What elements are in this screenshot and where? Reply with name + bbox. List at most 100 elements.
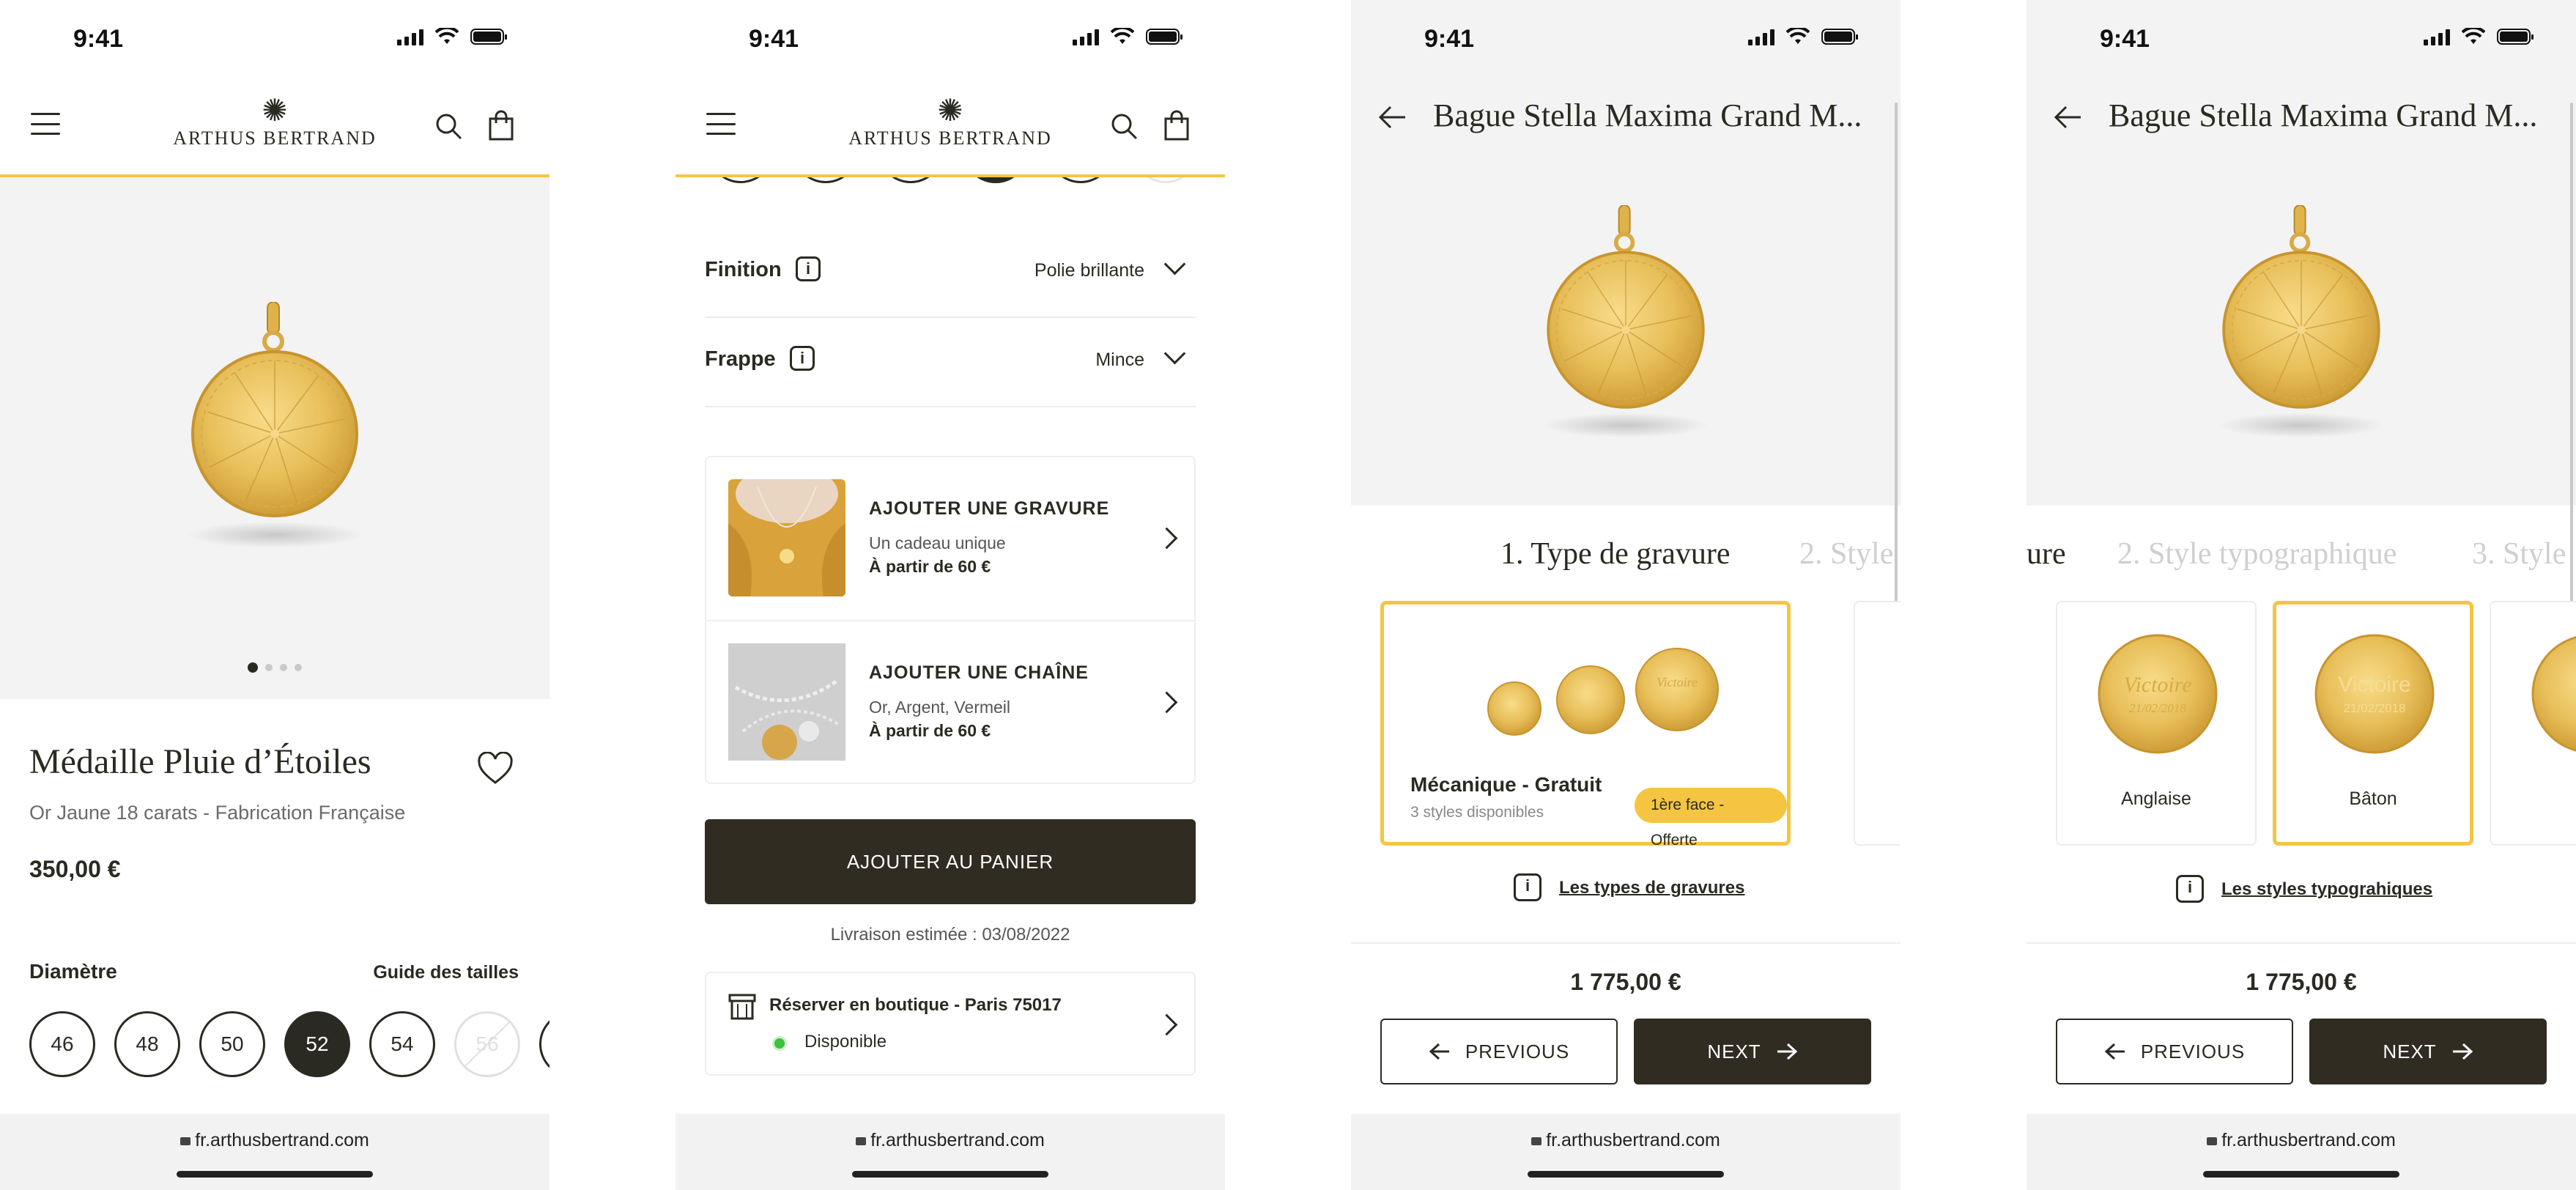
back-arrow-icon[interactable] <box>2053 104 2082 130</box>
phone-screen-engraving-type: 9:41 Bague Stella Maxima Grand M... 1. T… <box>1351 0 1900 1190</box>
size-option-more[interactable] <box>539 1011 549 1077</box>
arrow-right-icon <box>2452 1043 2473 1060</box>
url-text: fr.arthusbertrand.com <box>870 1130 1045 1150</box>
size-option-56: 56 <box>454 1011 520 1077</box>
step-tab-engraving-type[interactable]: 1. Type de gravure <box>1500 536 1731 572</box>
engraving-thumbnail <box>728 479 845 596</box>
add-engraving-item[interactable]: AJOUTER UNE GRAVURE Un cadeau unique À p… <box>706 457 1194 621</box>
strike-row[interactable]: Frappe i Mince <box>705 339 1196 385</box>
divider <box>705 317 1196 318</box>
bag-icon[interactable] <box>486 110 516 141</box>
add-to-cart-button[interactable]: AJOUTER AU PANIER <box>705 819 1196 904</box>
search-icon[interactable] <box>1109 111 1139 141</box>
menu-icon[interactable] <box>706 113 736 135</box>
back-arrow-icon[interactable] <box>1377 104 1407 130</box>
previous-label: PREVIOUS <box>2140 1040 2246 1062</box>
browser-url-bar[interactable]: fr.arthusbertrand.com <box>0 1114 549 1190</box>
size-option-52[interactable]: 52 <box>284 1011 350 1077</box>
carousel-dots[interactable] <box>0 662 549 673</box>
finish-label: Finition <box>705 258 782 281</box>
step-tab-style[interactable]: 2. Style <box>1799 536 1893 572</box>
diameter-label: Diamètre <box>29 960 117 983</box>
total-price: 1 775,00 € <box>1570 969 1681 995</box>
style-label: Anglaise <box>2121 788 2191 809</box>
browser-url-bar[interactable]: fr.arthusbertrand.com <box>2027 1114 2576 1190</box>
battery-icon <box>470 29 507 45</box>
strike-info-icon[interactable]: i <box>790 346 815 371</box>
phone-screen-product: 9:41 ✺ ARTHUS BERTRAND Médaille Pluie d’… <box>0 0 549 1190</box>
next-button[interactable]: NEXT <box>1634 1019 1871 1084</box>
style-option-third[interactable]: Vi S <box>2490 601 2576 846</box>
site-header: ✺ ARTHUS BERTRAND <box>0 81 549 177</box>
bag-icon[interactable] <box>1162 110 1191 141</box>
finish-row[interactable]: Finition i Polie brillante <box>705 249 1196 296</box>
size-guide-link[interactable]: Guide des tailles <box>373 962 519 983</box>
next-button[interactable]: NEXT <box>2309 1019 2547 1084</box>
baton-medal-sample: Victoire 21/02/2018 <box>2314 634 2435 754</box>
strike-label: Frappe <box>705 347 776 371</box>
addons-card: AJOUTER UNE GRAVURE Un cadeau unique À p… <box>705 456 1196 784</box>
size-option-48[interactable]: 48 <box>114 1011 180 1077</box>
logo-star-icon: ✺ <box>262 93 288 128</box>
engraving-option-mechanical[interactable]: Victoire Mécanique - Gratuit 3 styles di… <box>1380 601 1791 849</box>
finish-info-icon[interactable]: i <box>796 256 821 281</box>
brand-logo[interactable]: ✺ ARTHUS BERTRAND <box>169 94 381 149</box>
previous-button[interactable]: PREVIOUS <box>1380 1019 1618 1084</box>
search-icon[interactable] <box>434 111 463 141</box>
product-image-area[interactable] <box>0 177 549 699</box>
brand-name: ARTHUS BERTRAND <box>848 128 1052 149</box>
style-option-baton[interactable]: Victoire 21/02/2018 Bâton <box>2273 601 2473 846</box>
arrow-right-icon <box>1777 1043 1797 1060</box>
step-tab-typography[interactable]: 2. Style typographique <box>2117 536 2397 572</box>
url-text: fr.arthusbertrand.com <box>195 1130 369 1150</box>
divider <box>2027 942 2576 944</box>
chevron-right-icon <box>1155 1013 1178 1036</box>
size-option-54[interactable]: 54 <box>369 1011 435 1077</box>
status-bar: 9:41 <box>2027 0 2576 73</box>
engraving-sample-date: 21/02/2018 <box>2343 701 2405 715</box>
phone-screen-options: 9:41 ✺ ARTHUS BERTRAND Finition i Polie … <box>676 0 1225 1190</box>
logo-star-icon: ✺ <box>937 93 963 128</box>
previous-button[interactable]: PREVIOUS <box>2056 1019 2293 1084</box>
wifi-icon <box>1111 28 1134 44</box>
signal-icon <box>1748 28 1774 45</box>
divider <box>1351 942 1900 944</box>
chain-price: À partir de 60 € <box>869 721 991 740</box>
engraving-sample-date: 21/02/2018 <box>2129 701 2186 715</box>
svg-text:Victoire: Victoire <box>1657 675 1698 690</box>
battery-icon <box>1821 29 1858 45</box>
home-indicator <box>1528 1171 1724 1178</box>
url-text: fr.arthusbertrand.com <box>2221 1130 2396 1150</box>
add-chain-item[interactable]: AJOUTER UNE CHAÎNE Or, Argent, Vermeil À… <box>706 621 1194 784</box>
wifi-icon <box>2462 28 2485 44</box>
browser-url-bar[interactable]: fr.arthusbertrand.com <box>676 1114 1225 1190</box>
engraving-option-next[interactable] <box>1854 601 1900 846</box>
status-time: 9:41 <box>749 25 799 53</box>
lock-icon <box>2207 1137 2218 1145</box>
brand-logo[interactable]: ✺ ARTHUS BERTRAND <box>844 94 1056 149</box>
battery-icon <box>2497 29 2534 45</box>
status-time: 9:41 <box>2100 25 2150 53</box>
favorite-heart-icon[interactable] <box>476 752 514 786</box>
engraving-medal-preview <box>1542 205 1709 438</box>
phone-screen-typography-style: 9:41 Bague Stella Maxima Grand M... ure … <box>2027 0 2576 1190</box>
product-medal-image <box>187 302 363 548</box>
size-option-46[interactable]: 46 <box>29 1011 95 1077</box>
size-option-50[interactable]: 50 <box>199 1011 265 1077</box>
anglaise-medal-sample: Victoire 21/02/2018 <box>2098 634 2218 754</box>
store-reservation-item[interactable]: Réserver en boutique - Paris 75017 Dispo… <box>705 972 1196 1076</box>
site-header: ✺ ARTHUS BERTRAND <box>676 81 1225 177</box>
signal-icon <box>2424 28 2450 45</box>
option-subtitle: 3 styles disponibles <box>1410 804 1544 821</box>
style-option-anglaise[interactable]: Victoire 21/02/2018 Anglaise <box>2056 601 2257 846</box>
engraving-medal-preview <box>2218 205 2385 438</box>
home-indicator <box>852 1171 1048 1178</box>
menu-icon[interactable] <box>31 113 60 135</box>
step-tab-style-3[interactable]: 3. Style <box>2472 536 2566 572</box>
browser-url-bar[interactable]: fr.arthusbertrand.com <box>1351 1114 1900 1190</box>
info-link-text: Les types de gravures <box>1559 878 1745 898</box>
chevron-right-icon <box>1155 527 1178 550</box>
step-tab-engraving-type[interactable]: ure <box>2027 536 2066 572</box>
status-bar: 9:41 <box>676 0 1225 73</box>
next-label: NEXT <box>2383 1040 2437 1062</box>
